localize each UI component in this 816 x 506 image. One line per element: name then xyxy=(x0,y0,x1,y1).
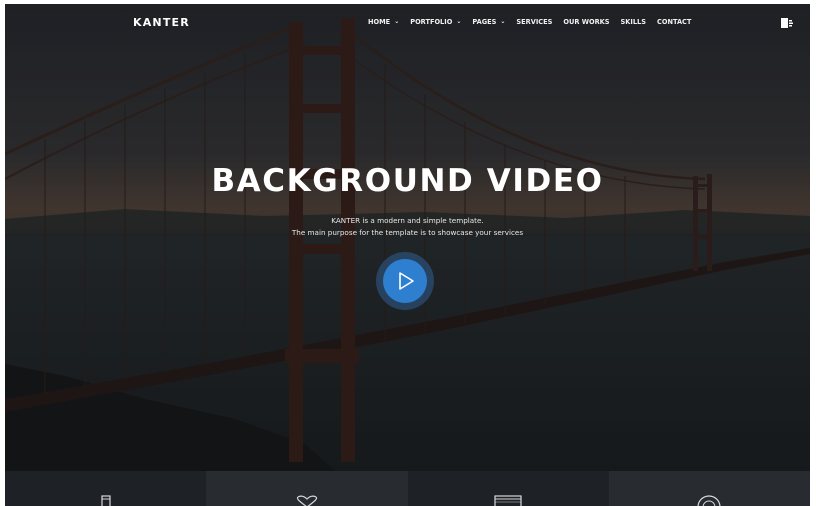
play-video-button[interactable] xyxy=(376,252,434,310)
nav-item-label: CONTACT xyxy=(657,18,692,26)
tablet-icon xyxy=(101,495,111,506)
nav-item-label: SKILLS xyxy=(620,18,646,26)
target-icon xyxy=(697,495,721,506)
logo[interactable]: KANTER xyxy=(133,16,190,29)
feature-tile-1[interactable] xyxy=(5,471,207,506)
nav-item-label: HOME xyxy=(368,18,391,26)
feature-tile-4[interactable] xyxy=(608,471,810,506)
hero-subtitle-line-1: KANTER is a modern and simple template. xyxy=(331,216,484,225)
play-icon xyxy=(399,272,414,290)
nav-item-label: SERVICES xyxy=(516,18,553,26)
nav-item-our-works[interactable]: OUR WORKS xyxy=(563,18,609,26)
nav-item-home[interactable]: HOME ⌄ xyxy=(368,18,399,26)
main-nav: HOME ⌄ PORTFOLIO ⌄ PAGES ⌄ SERVICES OUR … xyxy=(368,18,702,26)
chevron-down-icon: ⌄ xyxy=(456,18,462,25)
hero-subtitle-line-2: The main purpose for the template is to … xyxy=(291,228,524,237)
nav-item-contact[interactable]: CONTACT xyxy=(657,18,691,26)
chevron-down-icon: ⌄ xyxy=(500,18,506,25)
feature-tile-2[interactable] xyxy=(206,471,408,506)
chevron-down-icon: ⌄ xyxy=(394,18,400,25)
feature-tile-3[interactable] xyxy=(407,471,609,506)
page-frame: KANTER HOME ⌄ PORTFOLIO ⌄ PAGES ⌄ SERVIC… xyxy=(5,4,810,506)
top-navigation-bar: KANTER HOME ⌄ PORTFOLIO ⌄ PAGES ⌄ SERVIC… xyxy=(5,4,810,44)
nav-item-services[interactable]: SERVICES xyxy=(516,18,552,26)
heart-icon xyxy=(296,495,318,506)
nav-item-label: PAGES xyxy=(472,18,497,26)
nav-item-skills[interactable]: SKILLS xyxy=(621,18,646,26)
nav-item-label: OUR WORKS xyxy=(563,18,610,26)
hero-section: KANTER HOME ⌄ PORTFOLIO ⌄ PAGES ⌄ SERVIC… xyxy=(5,4,810,471)
nav-item-pages[interactable]: PAGES ⌄ xyxy=(472,18,505,26)
hero-title: BACKGROUND VIDEO xyxy=(211,163,604,199)
nav-item-portfolio[interactable]: PORTFOLIO ⌄ xyxy=(410,18,461,26)
play-button-circle[interactable] xyxy=(383,259,427,303)
nav-item-label: PORTFOLIO xyxy=(410,18,453,26)
hero-background-image xyxy=(5,4,810,471)
sidebar-menu-icon[interactable] xyxy=(781,17,793,29)
feature-strip xyxy=(5,471,810,506)
browser-window-icon xyxy=(494,495,522,506)
